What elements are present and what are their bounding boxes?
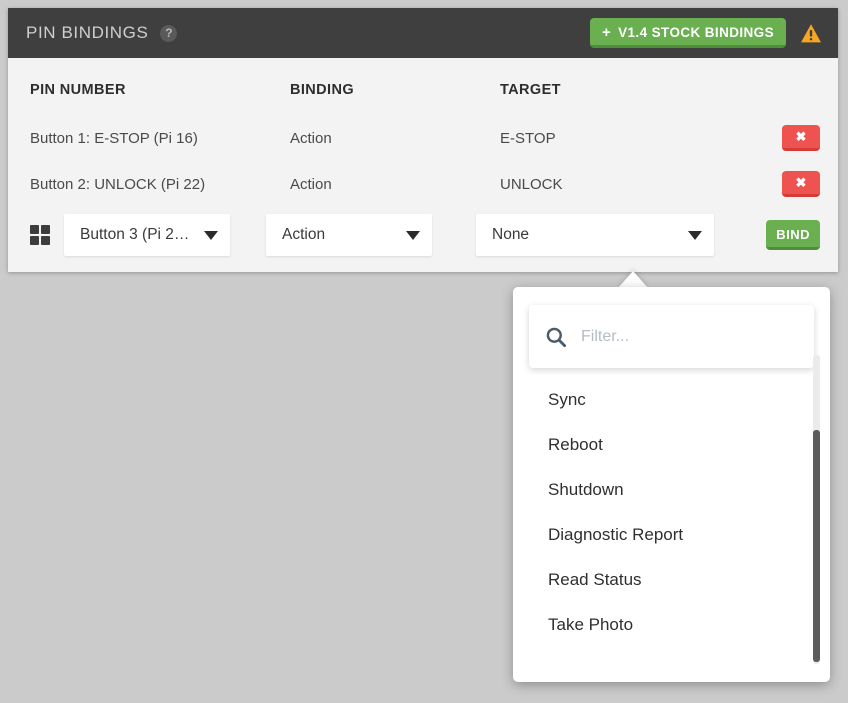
target-select[interactable]: None bbox=[476, 214, 714, 256]
dropdown-option-reboot[interactable]: Reboot bbox=[513, 422, 830, 467]
filter-input[interactable] bbox=[579, 327, 798, 347]
chevron-down-icon bbox=[406, 231, 420, 240]
table-row: Button 1: E-STOP (Pi 16) Action E-STOP ✖ bbox=[8, 122, 838, 154]
chevron-down-icon bbox=[204, 231, 218, 240]
dropdown-option-diagnostic-report[interactable]: Diagnostic Report bbox=[513, 512, 830, 557]
column-header-target: TARGET bbox=[500, 82, 750, 98]
plus-icon: + bbox=[602, 25, 611, 40]
panel-header: PIN BINDINGS ? + V1.4 STOCK BINDINGS bbox=[8, 8, 838, 58]
grid-handle-icon[interactable] bbox=[30, 225, 50, 245]
pin-bindings-panel: PIN BINDINGS ? + V1.4 STOCK BINDINGS PIN… bbox=[8, 8, 838, 272]
target-dropdown-popover: UNLOCK Sync Reboot Shutdown Diagnostic R… bbox=[513, 287, 830, 682]
page-title: PIN BINDINGS bbox=[26, 23, 148, 43]
table-header-row: PIN NUMBER BINDING TARGET bbox=[8, 74, 838, 106]
binding-type-select[interactable]: Action bbox=[266, 214, 432, 256]
cell-binding: Action bbox=[290, 176, 500, 193]
dropdown-option-shutdown[interactable]: Shutdown bbox=[513, 467, 830, 512]
cell-pin-number: Button 1: E-STOP (Pi 16) bbox=[8, 130, 290, 147]
help-icon[interactable]: ? bbox=[160, 25, 177, 42]
cell-binding: Action bbox=[290, 130, 500, 147]
delete-binding-button[interactable]: ✖ bbox=[782, 171, 820, 197]
stock-bindings-button[interactable]: + V1.4 STOCK BINDINGS bbox=[590, 18, 786, 48]
cell-target: UNLOCK bbox=[500, 176, 750, 193]
cell-target: E-STOP bbox=[500, 130, 750, 147]
search-icon bbox=[545, 326, 567, 348]
pin-number-select[interactable]: Button 3 (Pi 2… bbox=[64, 214, 230, 256]
delete-binding-button[interactable]: ✖ bbox=[782, 125, 820, 151]
pin-number-select-value: Button 3 (Pi 2… bbox=[80, 226, 196, 244]
binding-type-select-value: Action bbox=[282, 226, 398, 244]
dropdown-option-read-status[interactable]: Read Status bbox=[513, 557, 830, 602]
cell-actions: ✖ bbox=[750, 125, 826, 151]
column-header-binding: BINDING bbox=[290, 82, 500, 98]
stock-bindings-label: V1.4 STOCK BINDINGS bbox=[618, 25, 774, 40]
dropdown-filter-card bbox=[529, 305, 814, 368]
dropdown-option-sync[interactable]: Sync bbox=[513, 377, 830, 422]
bind-action-cell: BIND bbox=[714, 220, 826, 250]
column-header-pin-number: PIN NUMBER bbox=[8, 82, 290, 98]
table-row: Button 2: UNLOCK (Pi 22) Action UNLOCK ✖ bbox=[8, 168, 838, 200]
dropdown-scrollbar-thumb[interactable] bbox=[813, 430, 820, 662]
target-select-value: None bbox=[492, 226, 680, 244]
dropdown-arrow bbox=[618, 271, 648, 288]
bindings-table: PIN NUMBER BINDING TARGET Button 1: E-ST… bbox=[8, 58, 838, 272]
warning-triangle-icon[interactable] bbox=[800, 23, 822, 44]
chevron-down-icon bbox=[688, 231, 702, 240]
cell-actions: ✖ bbox=[750, 171, 826, 197]
app-root: PIN BINDINGS ? + V1.4 STOCK BINDINGS PIN… bbox=[0, 0, 848, 703]
new-binding-row: Button 3 (Pi 2… Action None BIND bbox=[8, 214, 838, 256]
bind-button[interactable]: BIND bbox=[766, 220, 820, 250]
cell-pin-number: Button 2: UNLOCK (Pi 22) bbox=[8, 176, 290, 193]
dropdown-option-take-photo[interactable]: Take Photo bbox=[513, 602, 830, 647]
